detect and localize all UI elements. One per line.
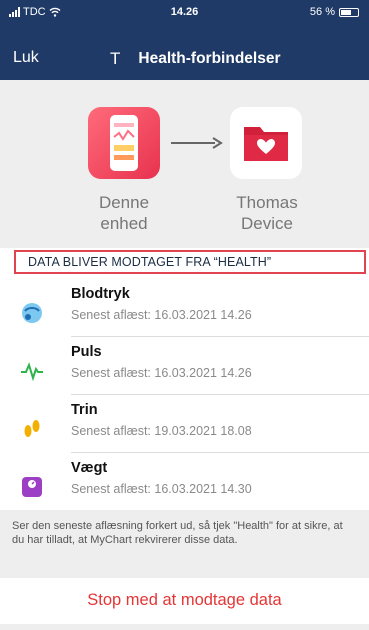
list-item-trin[interactable]: Trin Senest aflæst: 19.03.2021 18.08 (0, 395, 369, 453)
connection-panel: Denne enhed Thomas Device (0, 80, 369, 248)
target-device-line2: Device (241, 214, 293, 233)
target-device-label: Thomas Device (212, 192, 322, 234)
patient-avatar: T (110, 49, 121, 68)
item-last-read: Senest aflæst: 19.03.2021 18.08 (71, 424, 252, 438)
status-bar: TDC 14.26 56 % (0, 0, 369, 28)
item-last-read: Senest aflæst: 16.03.2021 14.30 (71, 482, 252, 496)
battery-icon (339, 7, 359, 17)
battery-group: 56 % (310, 6, 359, 18)
source-device-line1: Denne (98, 193, 150, 212)
heart-rate-icon (21, 362, 43, 382)
arrow-right-icon (171, 137, 223, 149)
item-name: Trin (71, 402, 98, 418)
battery-percent: 56 % (309, 6, 335, 18)
info-text: Ser den seneste aflæsning forkert ud, så… (0, 510, 369, 578)
blood-pressure-icon (22, 303, 42, 323)
nav-bar: Luk T Health-forbindelser (0, 40, 369, 76)
stop-receiving-button[interactable]: Stop med at modtage data (0, 580, 369, 624)
item-last-read: Senest aflæst: 16.03.2021 14.26 (71, 308, 252, 322)
mychart-folder-icon (230, 107, 302, 179)
list-item-puls[interactable]: Puls Senest aflæst: 16.03.2021 14.26 (0, 337, 369, 395)
item-last-read: Senest aflæst: 16.03.2021 14.26 (71, 366, 252, 380)
section-header: DATA BLIVER MODTAGET FRA “HEALTH” (14, 250, 366, 274)
target-device-line1: Thomas (236, 193, 298, 212)
item-name: Vægt (71, 460, 108, 476)
item-name: Blodtryk (71, 286, 130, 302)
scale-icon (22, 477, 42, 497)
health-app-icon (88, 107, 160, 179)
close-button[interactable]: Luk (13, 49, 39, 67)
item-name: Puls (71, 344, 102, 360)
nav-title-group: T Health-forbindelser (110, 49, 281, 69)
page-title: Health-forbindelser (138, 50, 281, 67)
list-item-blodtryk[interactable]: Blodtryk Senest aflæst: 16.03.2021 14.26 (0, 279, 369, 337)
app-header: TDC 14.26 56 % Luk T Health-forbindelser (0, 0, 369, 80)
footsteps-icon (24, 420, 40, 437)
source-device-line2: enhed (100, 214, 148, 233)
bottom-strip (0, 624, 369, 630)
source-device-label: Denne enhed (74, 192, 174, 234)
list-item-vaegt[interactable]: Vægt Senest aflæst: 16.03.2021 14.30 (0, 453, 369, 511)
